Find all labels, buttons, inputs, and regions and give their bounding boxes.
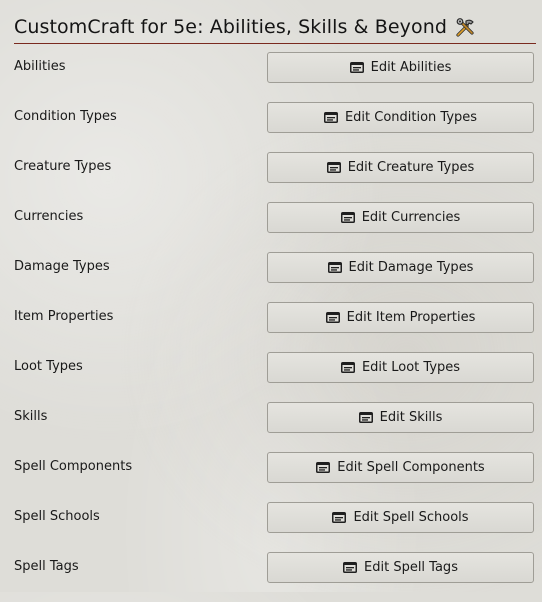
setting-row-currencies: Currencies Edit Currencies (0, 202, 542, 252)
button-label: Edit Loot Types (361, 359, 461, 375)
setting-label: Skills (14, 409, 48, 424)
edit-list-icon (340, 212, 355, 223)
edit-spell-schools-button[interactable]: Edit Spell Schools (267, 502, 534, 533)
setting-row-creature-types: Creature Types Edit Creature Types (0, 152, 542, 202)
setting-row-abilities: Abilities Edit Abilities (0, 52, 542, 102)
button-label: Edit Skills (379, 409, 443, 425)
setting-row-spell-components: Spell Components Edit Spell Components (0, 452, 542, 502)
edit-list-icon (343, 562, 358, 573)
setting-label: Condition Types (14, 109, 117, 124)
edit-list-icon (327, 262, 342, 273)
edit-list-icon (332, 512, 347, 523)
edit-spell-tags-button[interactable]: Edit Spell Tags (267, 552, 534, 583)
edit-list-icon (326, 162, 341, 173)
setting-row-skills: Skills Edit Skills (0, 402, 542, 452)
setting-label: Spell Tags (14, 559, 79, 574)
setting-row-condition-types: Condition Types Edit Condition Types (0, 102, 542, 152)
edit-spell-components-button[interactable]: Edit Spell Components (267, 452, 534, 483)
setting-label: Item Properties (14, 309, 114, 324)
setting-row-item-properties: Item Properties Edit Item Properties (0, 302, 542, 352)
edit-list-icon (323, 112, 338, 123)
edit-list-icon (340, 362, 355, 373)
module-header: CustomCraft for 5e: Abilities, Skills & … (14, 12, 536, 44)
edit-creature-types-button[interactable]: Edit Creature Types (267, 152, 534, 183)
button-label: Edit Spell Components (337, 459, 485, 475)
setting-label: Abilities (14, 59, 66, 74)
setting-label: Currencies (14, 209, 84, 224)
edit-loot-types-button[interactable]: Edit Loot Types (267, 352, 534, 383)
setting-label: Spell Schools (14, 509, 100, 524)
edit-condition-types-button[interactable]: Edit Condition Types (267, 102, 534, 133)
setting-row-spell-schools: Spell Schools Edit Spell Schools (0, 502, 542, 552)
edit-list-icon (325, 312, 340, 323)
setting-label: Spell Components (14, 459, 133, 474)
tools-icon (454, 17, 476, 39)
button-label: Edit Currencies (361, 209, 461, 225)
button-label: Edit Creature Types (347, 159, 475, 175)
button-label: Edit Spell Tags (364, 559, 458, 575)
setting-row-loot-types: Loot Types Edit Loot Types (0, 352, 542, 402)
edit-abilities-button[interactable]: Edit Abilities (267, 52, 534, 83)
setting-label: Loot Types (14, 359, 83, 374)
setting-row-damage-types: Damage Types Edit Damage Types (0, 252, 542, 302)
button-label: Edit Item Properties (346, 309, 476, 325)
setting-row-spell-tags: Spell Tags Edit Spell Tags (0, 552, 542, 602)
setting-label: Damage Types (14, 259, 110, 274)
edit-currencies-button[interactable]: Edit Currencies (267, 202, 534, 233)
page-title: CustomCraft for 5e: Abilities, Skills & … (14, 16, 448, 38)
button-label: Edit Damage Types (348, 259, 474, 275)
edit-damage-types-button[interactable]: Edit Damage Types (267, 252, 534, 283)
edit-list-icon (316, 462, 331, 473)
button-label: Edit Spell Schools (353, 509, 469, 525)
setting-label: Creature Types (14, 159, 112, 174)
edit-list-icon (358, 412, 373, 423)
settings-list: Abilities Edit Abilities Condition Types… (0, 52, 542, 602)
edit-list-icon (349, 62, 364, 73)
button-label: Edit Abilities (370, 59, 452, 75)
edit-item-properties-button[interactable]: Edit Item Properties (267, 302, 534, 333)
button-label: Edit Condition Types (344, 109, 478, 125)
edit-skills-button[interactable]: Edit Skills (267, 402, 534, 433)
